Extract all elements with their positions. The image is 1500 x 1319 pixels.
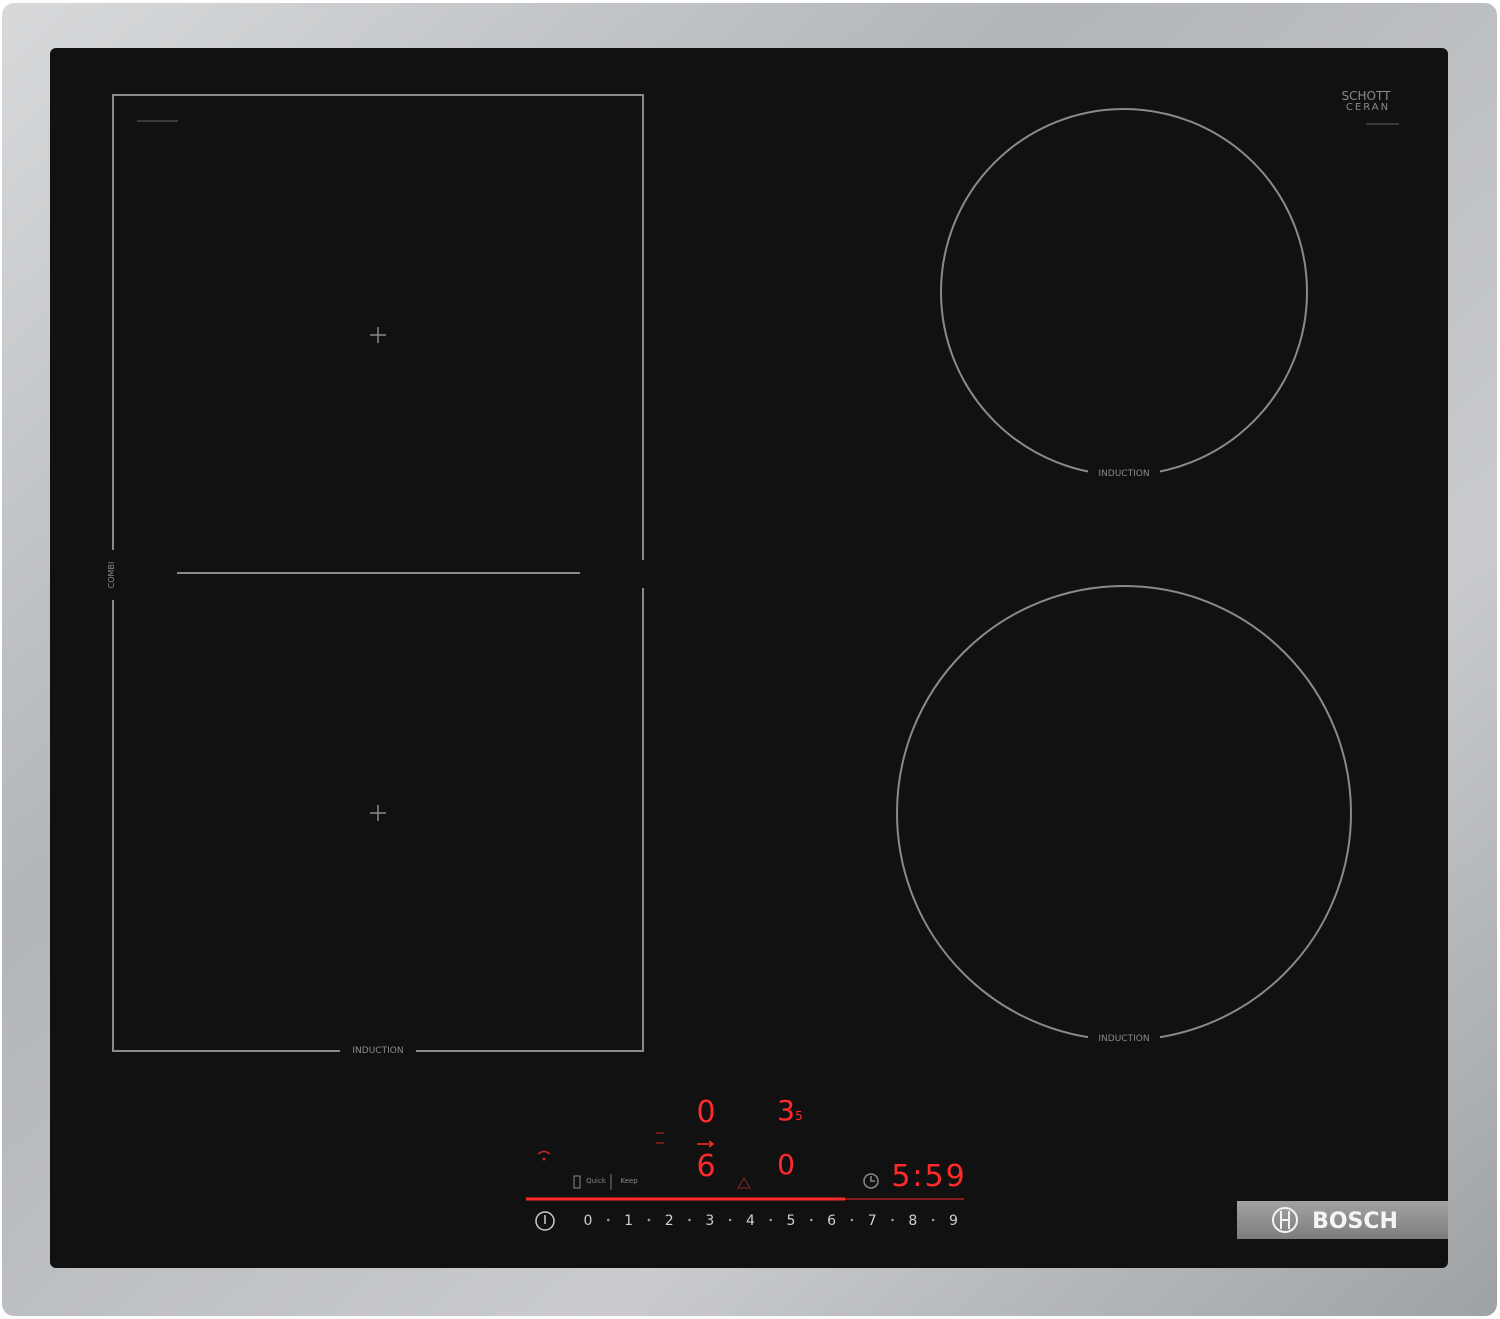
flex-zone-label: INDUCTION: [352, 1046, 403, 1056]
induction-cooktop: COMBI INDUCTION INDUCTION INDUCTION SCHO…: [2, 3, 1497, 1316]
brand-badge: BOSCH: [1237, 1201, 1448, 1239]
timer-display: 5:59: [891, 1159, 966, 1194]
top-right-zone-label: INDUCTION: [1098, 469, 1149, 479]
brand-name: BOSCH: [1312, 1209, 1398, 1234]
scale-dot: [769, 1218, 772, 1222]
power-level-8[interactable]: 8: [908, 1213, 917, 1229]
power-level-5[interactable]: 5: [787, 1213, 796, 1229]
display-mid-right: 0: [777, 1148, 795, 1181]
power-level-4[interactable]: 4: [746, 1213, 755, 1229]
scale-dot: [647, 1218, 651, 1222]
flex-side-label: COMBI: [107, 562, 116, 589]
power-level-2[interactable]: 2: [665, 1213, 674, 1229]
keep-warm-button[interactable]: Keep: [620, 1177, 638, 1185]
power-level-3[interactable]: 3: [705, 1213, 714, 1229]
scale-dot: [931, 1218, 935, 1222]
func-a-label: Quick: [586, 1177, 607, 1185]
display-top-right: 3: [777, 1094, 795, 1127]
scale-dot: [850, 1218, 854, 1222]
power-level-7[interactable]: 7: [868, 1213, 877, 1229]
scale-dot: [607, 1218, 610, 1222]
scale-dot: [728, 1218, 732, 1222]
glass-maker-line1: SCHOTT: [1342, 89, 1392, 103]
func-b-label: Keep: [620, 1177, 638, 1185]
power-level-6[interactable]: 6: [827, 1213, 836, 1229]
bottom-right-zone-label: INDUCTION: [1098, 1034, 1149, 1044]
scale-dot: [891, 1218, 894, 1222]
display-top-right-sub: 5: [795, 1109, 803, 1123]
power-level-9[interactable]: 9: [949, 1213, 958, 1229]
power-level-0[interactable]: 0: [584, 1213, 593, 1229]
glass-surface: [50, 48, 1448, 1268]
scale-dot: [810, 1218, 813, 1222]
display-mid-left: 6: [696, 1149, 715, 1184]
display-top-left: 0: [696, 1095, 715, 1130]
power-level-1[interactable]: 1: [624, 1213, 633, 1229]
scale-dot: [688, 1218, 691, 1222]
glass-maker-line2: CERAN: [1346, 102, 1390, 113]
